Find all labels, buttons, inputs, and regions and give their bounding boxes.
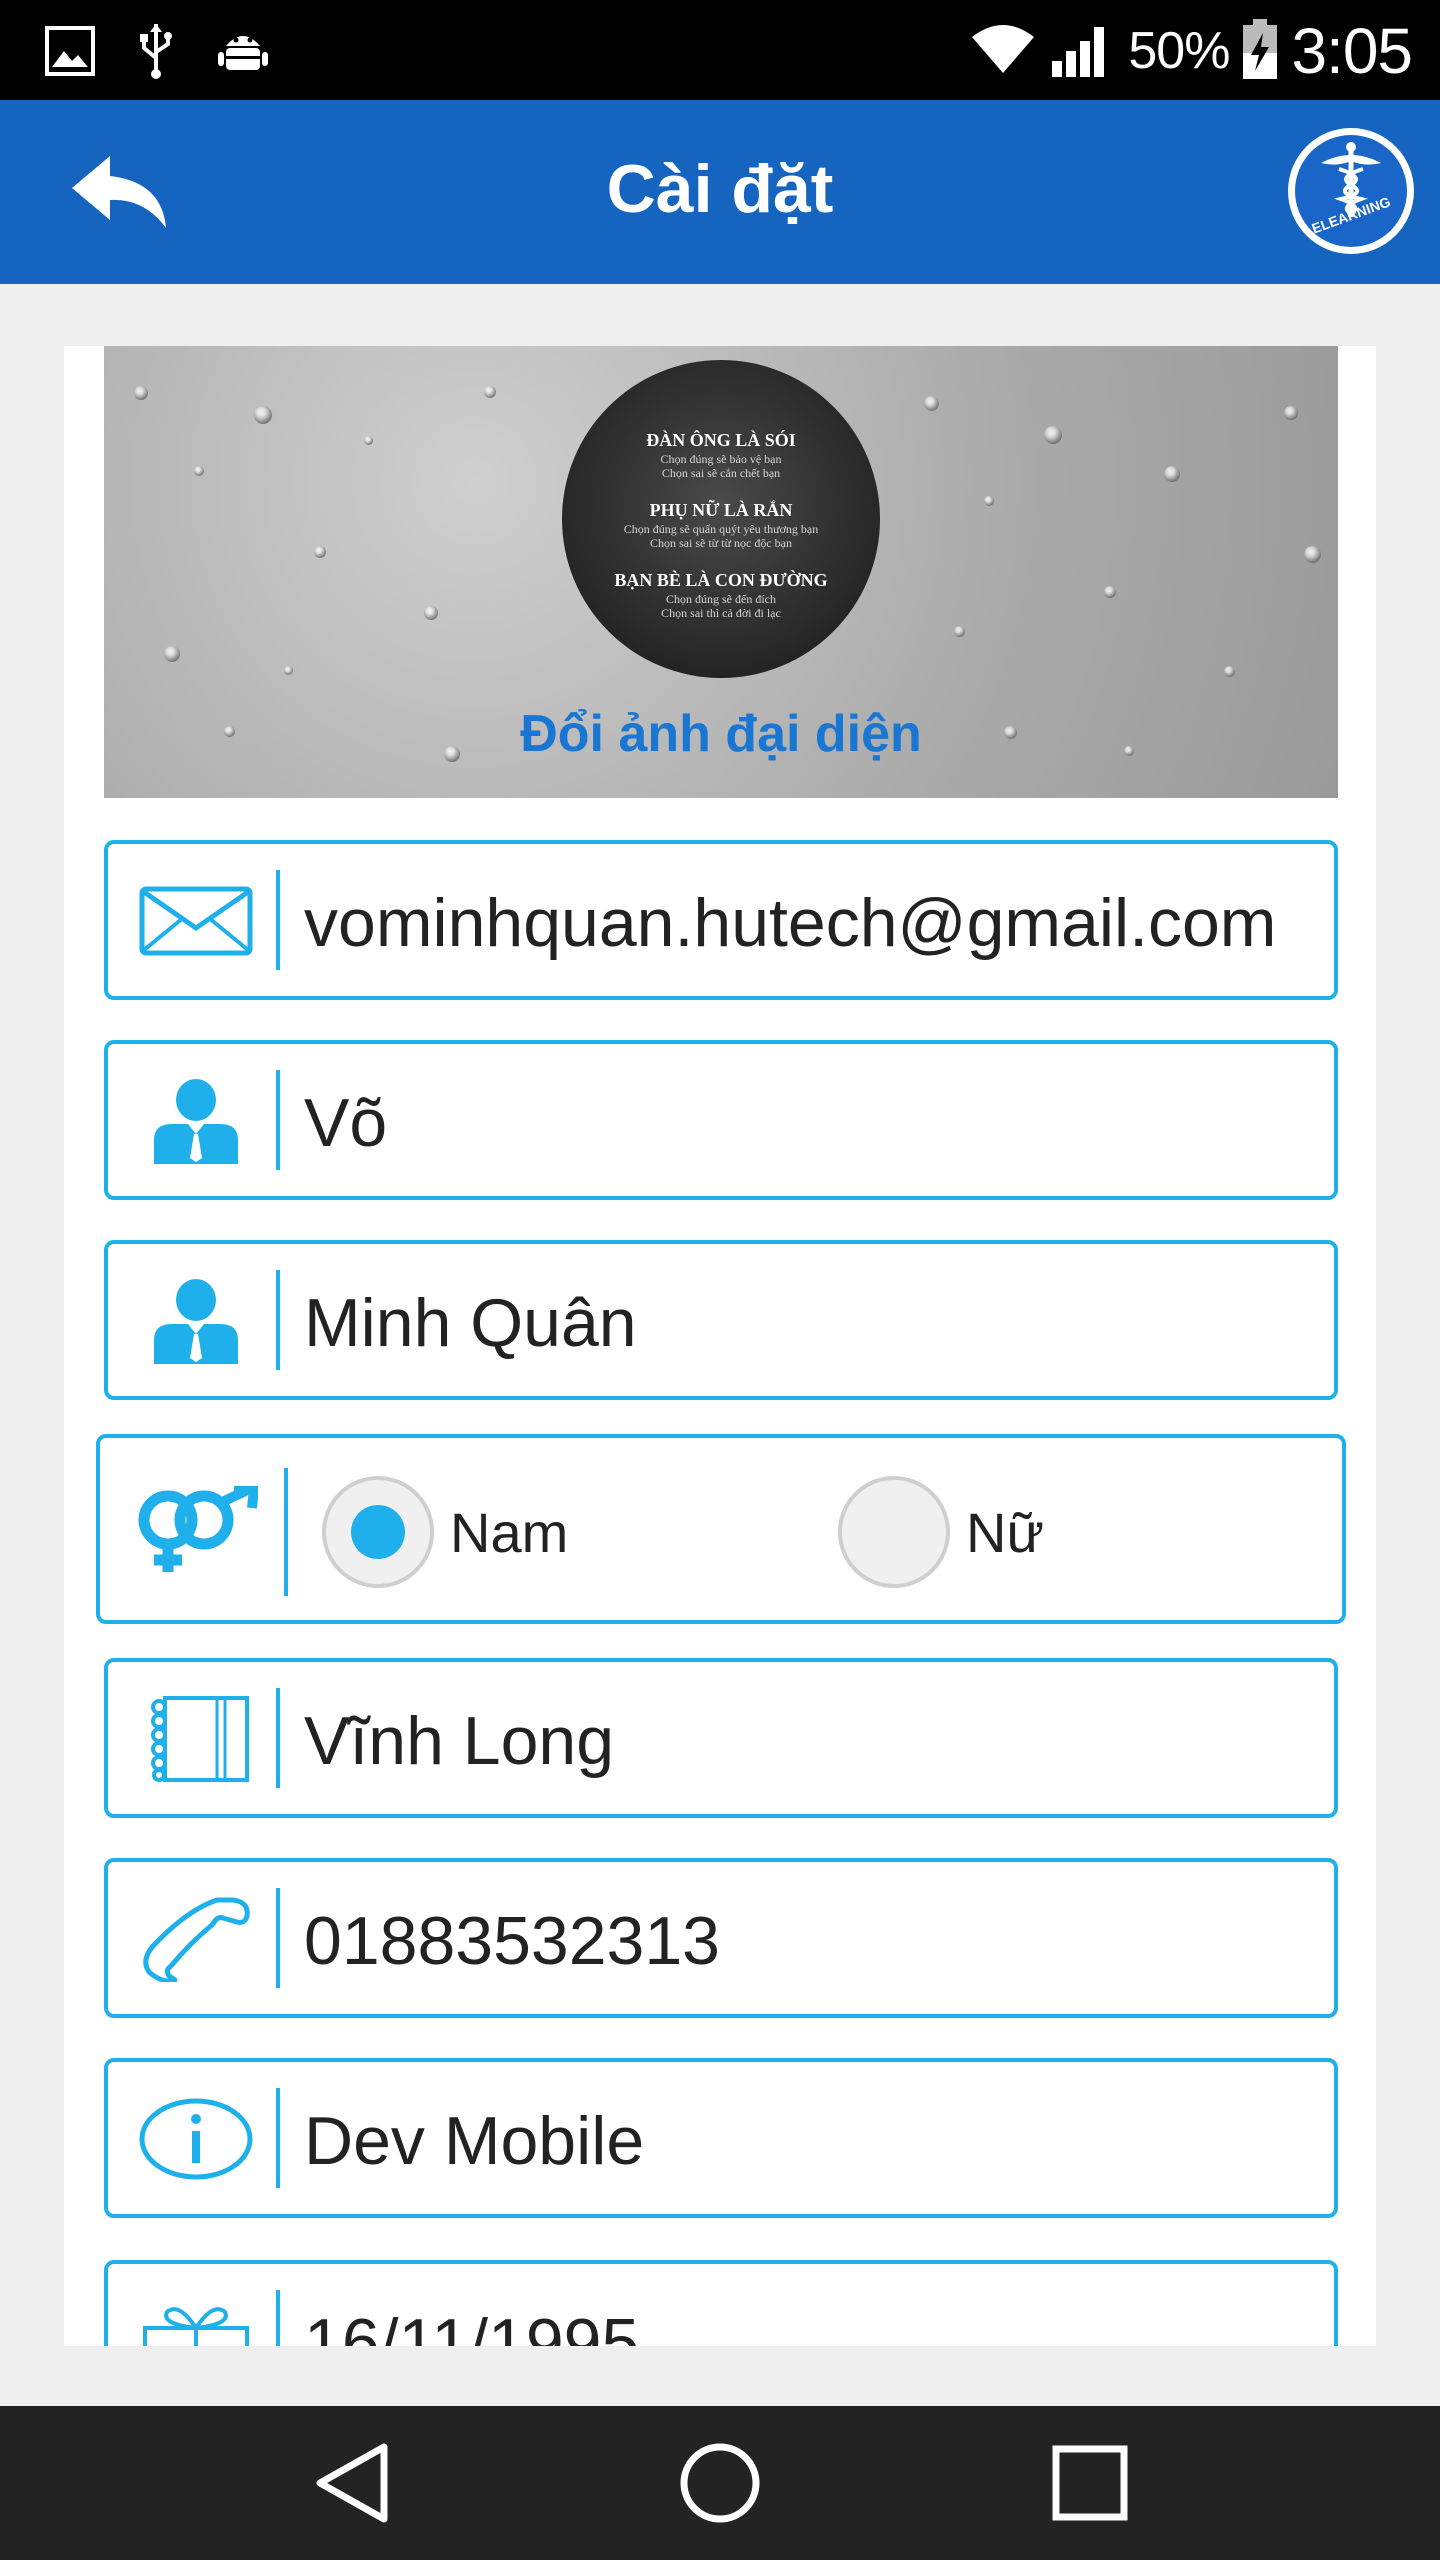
page-title: Cài đặt xyxy=(606,151,834,227)
app-bar: Cài đặt ELEARNING xyxy=(0,100,1440,284)
field-divider xyxy=(276,1070,280,1170)
nav-recents-icon xyxy=(1052,2445,1128,2525)
email-field[interactable]: vominhquan.hutech@gmail.com xyxy=(104,840,1338,1000)
gender-icon xyxy=(128,1483,260,1576)
envelope-icon xyxy=(136,878,256,964)
field-divider xyxy=(276,1688,280,1788)
nav-home-icon xyxy=(678,2441,762,2529)
nav-home-button[interactable] xyxy=(670,2440,770,2530)
gender-option-male[interactable]: Nam xyxy=(322,1476,568,1588)
last-name-field[interactable]: Võ xyxy=(104,1040,1338,1200)
field-divider xyxy=(276,1888,280,1988)
phone-icon xyxy=(136,1896,256,1982)
field-divider xyxy=(284,1468,288,1596)
clock: 3:05 xyxy=(1291,15,1413,87)
image-icon xyxy=(44,25,96,77)
address-field[interactable]: Vĩnh Long xyxy=(104,1658,1338,1818)
person-icon xyxy=(136,1078,256,1164)
battery-charging-icon xyxy=(1243,19,1278,83)
nav-back-icon xyxy=(312,2441,392,2529)
avatar-text-8: Chọn đúng sẽ đến đích xyxy=(666,592,776,606)
birthday-field[interactable]: 16/11/1995 xyxy=(104,2260,1338,2346)
avatar-text-7: BẠN BÈ LÀ CON ĐƯỜNG xyxy=(614,570,828,590)
navigation-bar xyxy=(0,2406,1440,2560)
info-icon xyxy=(136,2096,256,2182)
first-name-value[interactable]: Minh Quân xyxy=(304,1284,1310,1362)
about-value[interactable]: Dev Mobile xyxy=(304,2102,1310,2180)
gift-icon xyxy=(136,2298,256,2346)
usb-icon xyxy=(136,22,176,80)
phone-value[interactable]: 01883532313 xyxy=(304,1902,1310,1980)
gender-option-female[interactable]: Nữ xyxy=(838,1476,1044,1588)
avatar-text-6: Chọn sai sẽ từ từ nọc độc bạn xyxy=(650,536,792,550)
wifi-icon xyxy=(970,23,1036,79)
gender-field: Nam Nữ xyxy=(96,1434,1346,1624)
about-field[interactable]: Dev Mobile xyxy=(104,2058,1338,2218)
field-divider xyxy=(276,2088,280,2188)
last-name-value[interactable]: Võ xyxy=(304,1084,1310,1162)
gender-label-female: Nữ xyxy=(966,1500,1044,1564)
email-value[interactable]: vominhquan.hutech@gmail.com xyxy=(304,884,1310,962)
gender-label-male: Nam xyxy=(450,1500,569,1564)
elearning-logo: ELEARNING xyxy=(1288,128,1414,254)
profile-banner: ĐÀN ÔNG LÀ SÓI Chọn đúng sẽ bảo vệ bạn C… xyxy=(104,346,1338,798)
field-divider xyxy=(276,2290,280,2346)
battery-percent: 50% xyxy=(1128,22,1230,80)
radio-button-male[interactable] xyxy=(322,1476,434,1588)
nav-back-button[interactable] xyxy=(302,2440,402,2530)
avatar-text-1: ĐÀN ÔNG LÀ SÓI xyxy=(646,430,796,450)
avatar-text-9: Chọn sai thì cả đời đi lạc xyxy=(661,606,781,620)
status-bar: 50% 3:05 xyxy=(0,0,1440,100)
phone-field[interactable]: 01883532313 xyxy=(104,1858,1338,2018)
avatar-text-3: Chọn sai sẽ cắn chết bạn xyxy=(661,466,781,480)
nav-recents-button[interactable] xyxy=(1040,2440,1140,2530)
avatar[interactable]: ĐÀN ÔNG LÀ SÓI Chọn đúng sẽ bảo vệ bạn C… xyxy=(562,360,880,678)
change-avatar-link[interactable]: Đổi ảnh đại diện xyxy=(104,704,1338,764)
person-icon xyxy=(136,1278,256,1364)
notebook-icon xyxy=(136,1696,256,1782)
radio-button-female[interactable] xyxy=(838,1476,950,1588)
avatar-text-5: Chọn đúng sẽ quấn quýt yêu thương bạn xyxy=(623,522,819,536)
avatar-text-2: Chọn đúng sẽ bảo vệ bạn xyxy=(660,452,782,466)
first-name-field[interactable]: Minh Quân xyxy=(104,1240,1338,1400)
birthday-value[interactable]: 16/11/1995 xyxy=(304,2304,1310,2346)
radio-selected-dot xyxy=(351,1505,405,1559)
address-value[interactable]: Vĩnh Long xyxy=(304,1702,1310,1780)
android-debug-icon xyxy=(216,24,270,78)
field-divider xyxy=(276,870,280,970)
avatar-text-4: PHỤ NỮ LÀ RẮN xyxy=(649,500,793,520)
settings-card: ĐÀN ÔNG LÀ SÓI Chọn đúng sẽ bảo vệ bạn C… xyxy=(64,346,1376,2346)
signal-icon xyxy=(1050,21,1114,81)
field-divider xyxy=(276,1270,280,1370)
